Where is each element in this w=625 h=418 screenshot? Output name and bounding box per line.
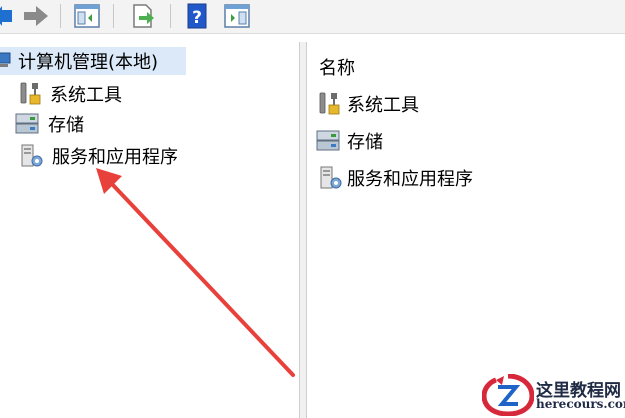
watermark: 这里教程网 herecours.com [478, 372, 625, 418]
annotation-arrow-shaft [110, 182, 295, 377]
annotation-arrow [96, 168, 295, 377]
watermark-logo-icon [482, 374, 534, 416]
watermark-url: herecours.com [536, 397, 625, 411]
